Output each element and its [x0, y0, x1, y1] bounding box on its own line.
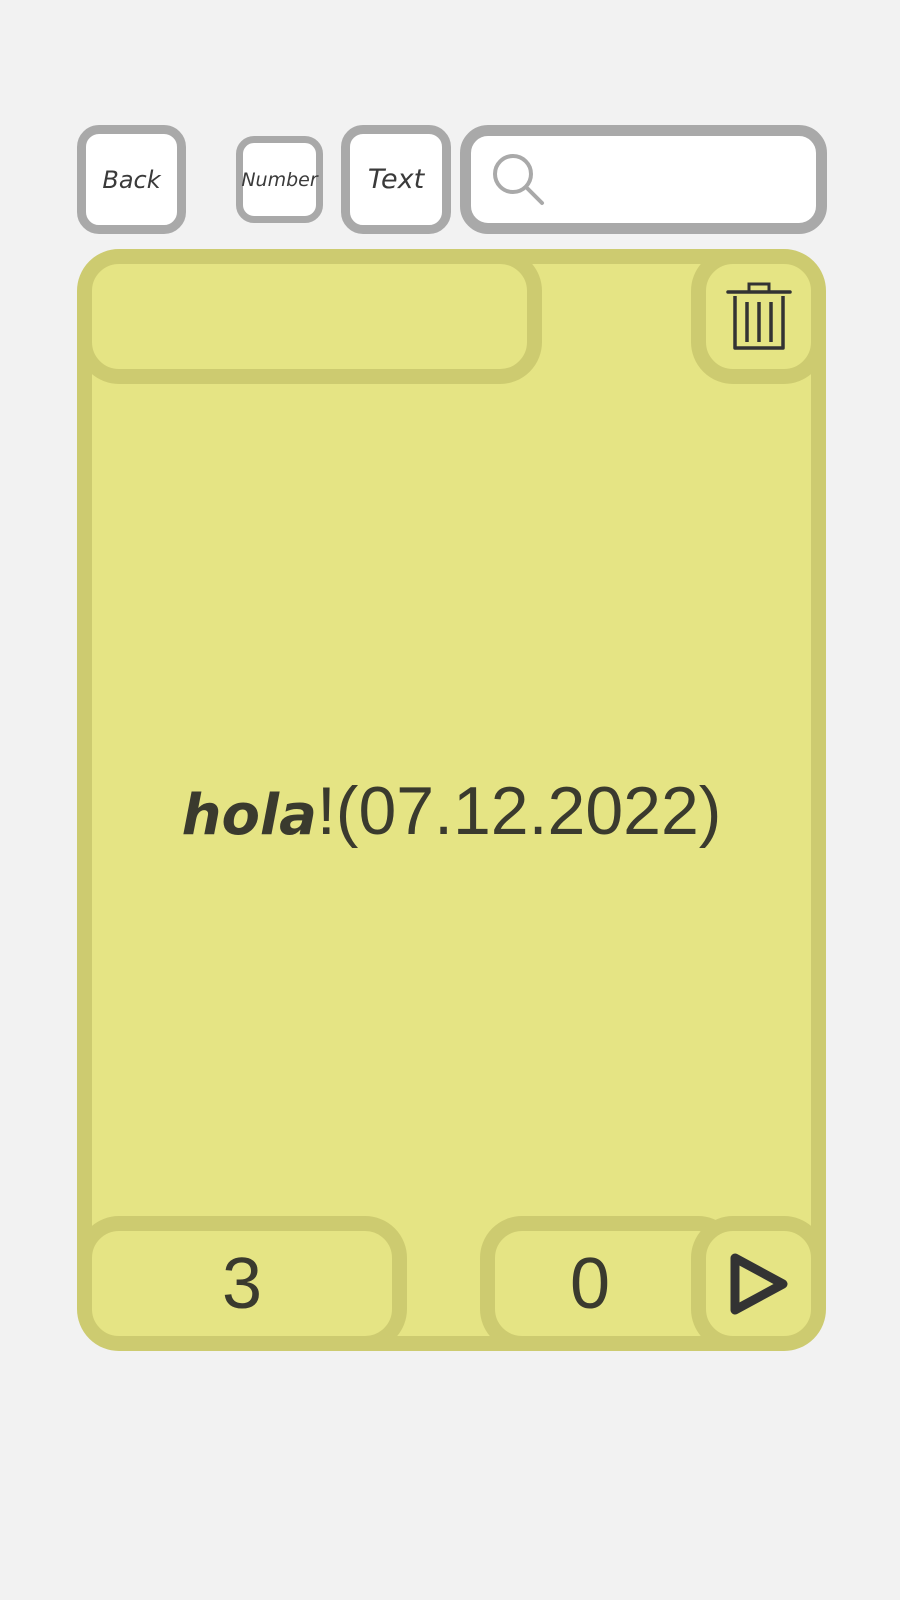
left-counter-value: 3 [221, 1243, 263, 1324]
note-content-date: !(07.12.2022) [316, 773, 722, 849]
note-content-word: hola [181, 783, 317, 848]
back-button[interactable]: Back [77, 125, 186, 234]
title-input[interactable] [112, 284, 516, 346]
search-input[interactable] [541, 154, 815, 206]
text-button-label: Text [367, 164, 425, 195]
search-box[interactable] [460, 125, 827, 234]
left-counter[interactable]: 3 [92, 1216, 407, 1336]
back-button-label: Back [102, 165, 161, 194]
trash-icon [725, 282, 792, 350]
number-button[interactable]: Number [236, 136, 323, 223]
note-card: hola!(07.12.2022) 3 0 [77, 249, 826, 1351]
delete-button[interactable] [691, 264, 811, 384]
right-counter-value: 0 [569, 1243, 611, 1324]
play-icon [730, 1253, 787, 1314]
play-button[interactable] [691, 1216, 811, 1336]
text-button[interactable]: Text [341, 125, 451, 234]
note-content: hola!(07.12.2022) [92, 772, 811, 850]
title-field[interactable] [92, 264, 542, 384]
number-button-label: Number [241, 168, 318, 191]
